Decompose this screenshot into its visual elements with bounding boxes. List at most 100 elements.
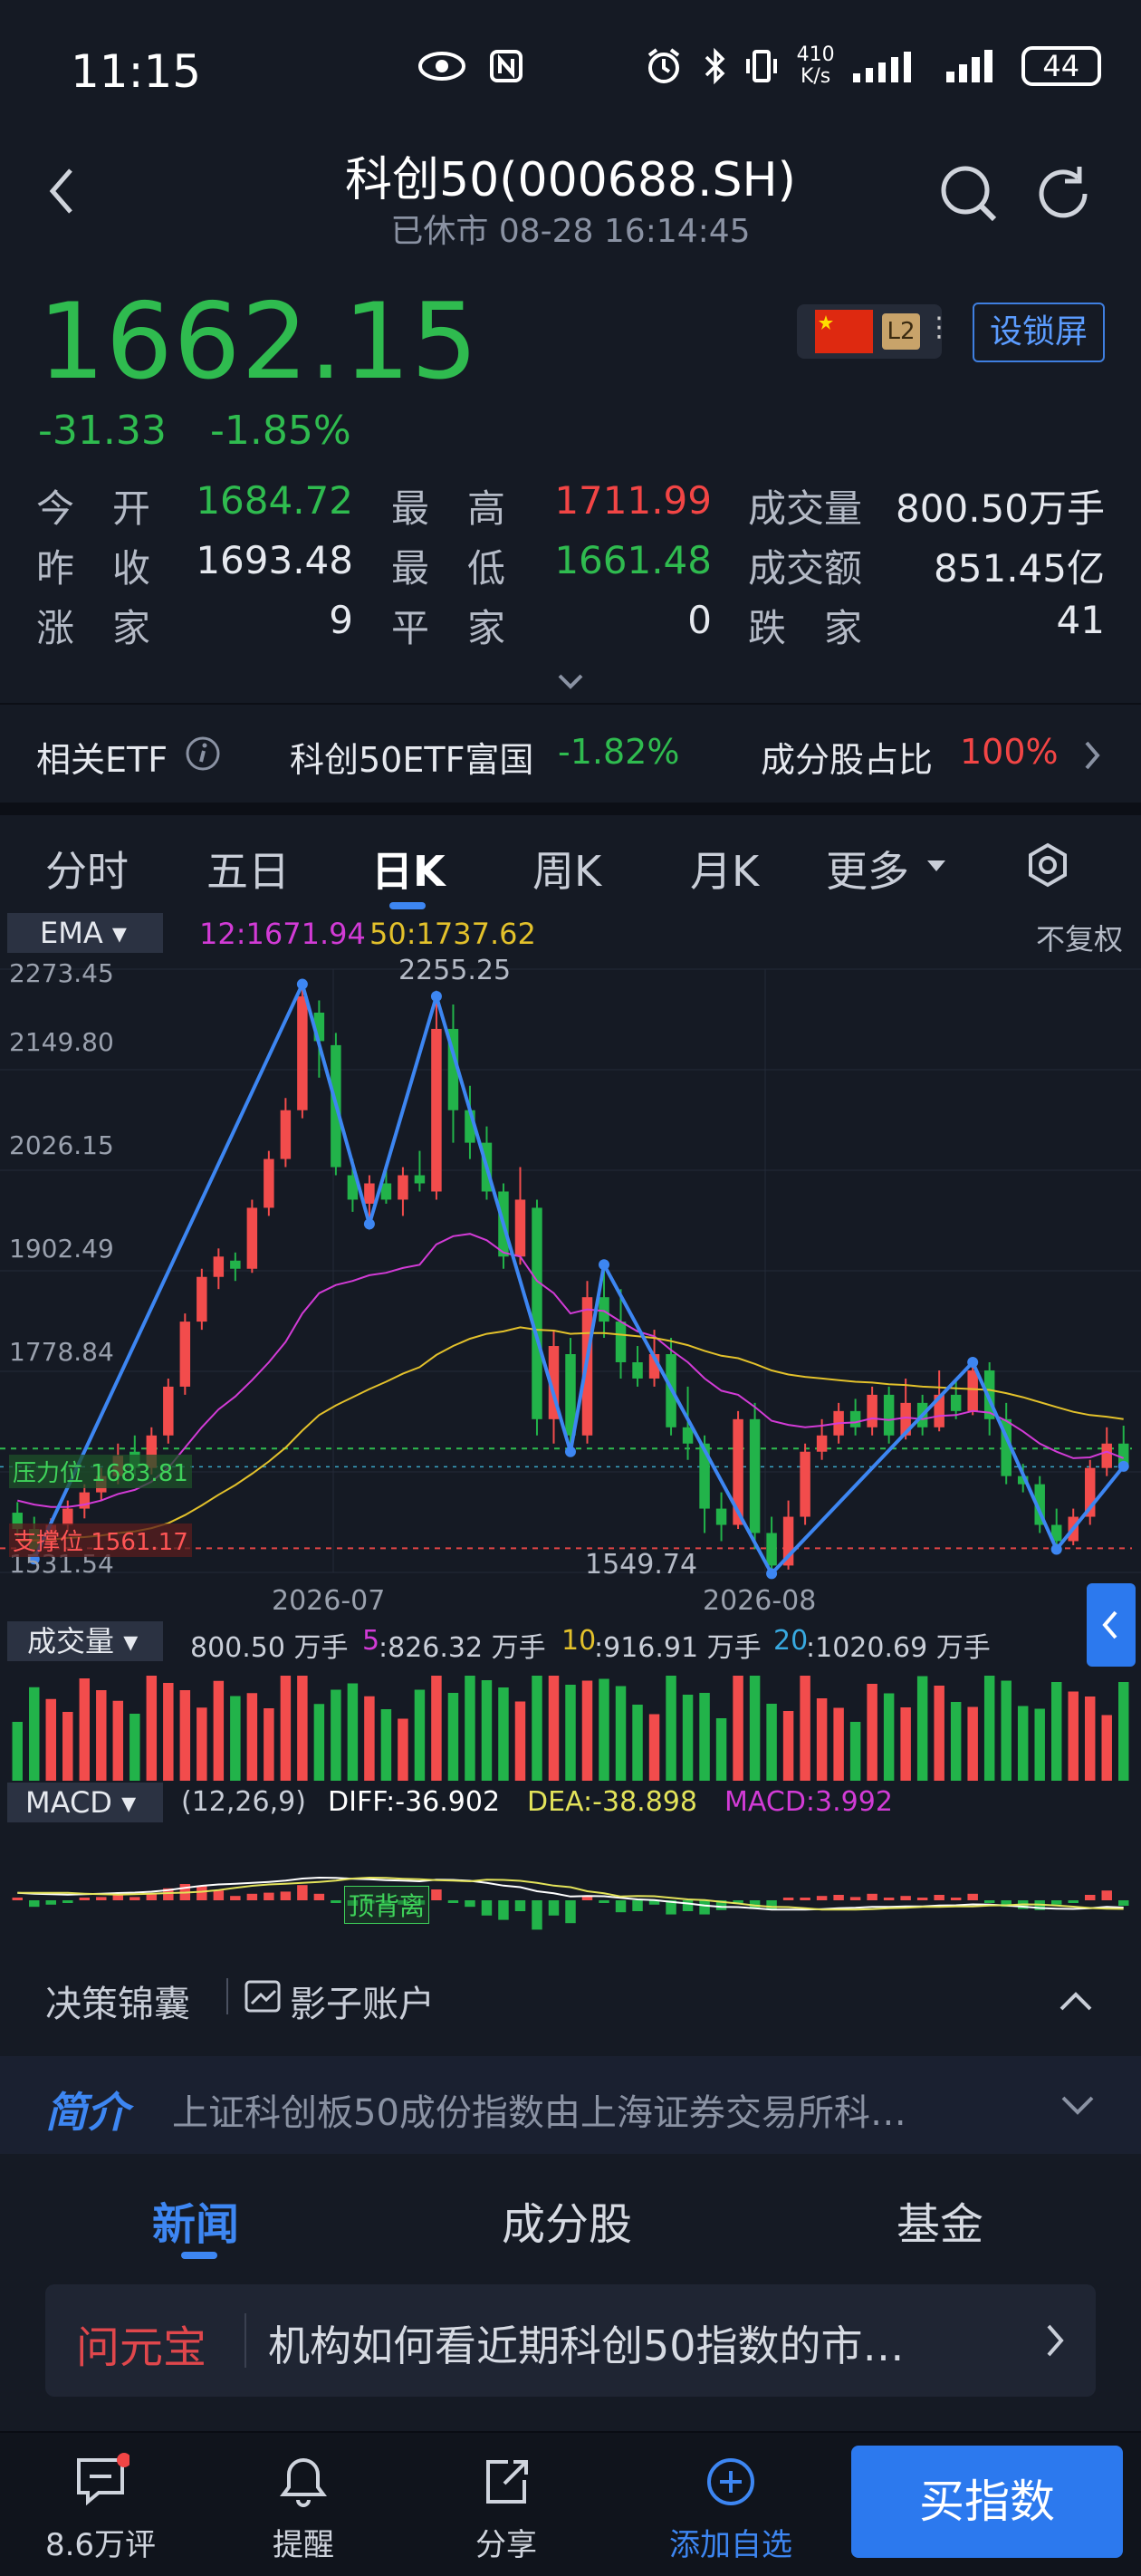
ema-legend: EMA ▾ 12:1671.94 50:1737.62 不复权: [0, 911, 1141, 956]
divergence-label: 顶背离: [344, 1886, 430, 1924]
constituent-ratio-label: 成分股占比: [761, 740, 934, 780]
decision-kit[interactable]: 决策锦囊: [45, 1975, 190, 2027]
volume-ma5-key: 5: [362, 1625, 380, 1657]
tab-funds[interactable]: 基金: [896, 2188, 983, 2252]
stat-value: 1693.48: [196, 538, 353, 582]
volume-bar: [699, 1693, 710, 1781]
stat-value: 1711.99: [554, 478, 712, 523]
caret-down-icon[interactable]: [925, 857, 947, 875]
status-time: 11:15: [71, 45, 202, 98]
volume-bar: [581, 1680, 593, 1781]
buy-index-button[interactable]: 买指数: [851, 2446, 1123, 2558]
candle: [766, 1533, 777, 1566]
stat-label: 成交量: [748, 486, 863, 531]
tab-constituents[interactable]: 成分股: [502, 2188, 632, 2252]
tab-daily-k[interactable]: 日K: [371, 839, 446, 899]
market-flag[interactable]: L2 ⋮: [797, 304, 953, 359]
macd-bar: [782, 1898, 794, 1900]
candle: [398, 1175, 408, 1200]
level2-badge: L2: [882, 313, 920, 350]
volume-bar: [146, 1676, 158, 1781]
volume-bar: [447, 1693, 459, 1781]
macd-bar: [514, 1900, 526, 1911]
volume-bar: [414, 1689, 426, 1781]
share-label: 分享: [475, 2527, 537, 2563]
signal-icon: [853, 52, 912, 82]
candle: [79, 1492, 91, 1509]
volume-selector[interactable]: 成交量 ▾: [7, 1621, 163, 1661]
stat-label: 涨 家: [36, 606, 151, 650]
kline-chart[interactable]: EMA ▾ 12:1671.94 50:1737.62 不复权 2273.45 …: [0, 911, 1141, 1935]
trend-point: [599, 1259, 610, 1271]
related-etf-row[interactable]: 相关ETF 科创50ETF富国 -1.82% 成分股占比 100%: [0, 703, 1141, 803]
stats-row: 涨 家 9 平 家 0 跌 家 41: [36, 598, 1105, 658]
chevron-right-icon[interactable]: [1079, 737, 1107, 774]
macd-bar: [632, 1900, 643, 1911]
macd-bar: [867, 1893, 877, 1900]
chevron-up-icon[interactable]: [1056, 1987, 1096, 2014]
macd-selector[interactable]: MACD ▾: [7, 1783, 163, 1822]
tab-intraday[interactable]: 分时: [45, 839, 129, 899]
trend-point: [565, 1446, 576, 1457]
settings-icon[interactable]: [1025, 842, 1070, 888]
volume-bar: [481, 1680, 493, 1781]
volume-bar: [163, 1683, 174, 1781]
y-tick: 2026.15: [9, 1130, 114, 1160]
y-tick: 1902.49: [9, 1234, 114, 1264]
etf-name[interactable]: 科创50ETF富国: [290, 732, 533, 782]
stat-label: 昨 收: [36, 546, 151, 591]
candle: [1101, 1443, 1112, 1468]
search-icon[interactable]: [933, 158, 1005, 230]
candle: [867, 1394, 877, 1427]
tab-news[interactable]: 新闻: [152, 2188, 239, 2252]
adjust-toggle[interactable]: 不复权: [1036, 917, 1123, 958]
volume-bar: [950, 1702, 962, 1781]
volume-bar: [364, 1696, 375, 1781]
macd-legend: MACD ▾ (12,26,9) DIFF:-36.902 DEA:-38.89…: [0, 1781, 1141, 1824]
divider: [226, 1978, 228, 2014]
volume-bar: [398, 1718, 408, 1781]
info-icon[interactable]: [185, 735, 221, 772]
chevron-down-icon[interactable]: [1058, 2092, 1098, 2119]
tab-five-day[interactable]: 五日: [206, 839, 290, 899]
remind-label: 提醒: [273, 2527, 334, 2563]
candle: [230, 1260, 241, 1269]
volume-bar: [883, 1693, 895, 1781]
ema12-value: 12:1671.94: [199, 917, 366, 951]
volume-bar: [96, 1690, 107, 1781]
stat-label: 跌 家: [748, 606, 863, 650]
intro-label: 简介: [45, 2088, 129, 2137]
active-tab-indicator: [389, 902, 426, 909]
tool-row: 决策锦囊 影子账户: [0, 1956, 1141, 2047]
constituent-ratio: 100%: [960, 732, 1059, 772]
macd-bar: [532, 1900, 542, 1930]
tab-weekly-k[interactable]: 周K: [532, 839, 601, 899]
etf-label: 相关ETF: [36, 740, 168, 780]
ema-selector[interactable]: EMA ▾: [7, 913, 163, 953]
tab-more[interactable]: 更多: [826, 839, 909, 899]
macd-bar: [983, 1900, 995, 1903]
shadow-account[interactable]: 影子账户: [290, 1975, 435, 2027]
stat-value: 851.45亿: [934, 546, 1105, 591]
expand-chevron-icon[interactable]: [552, 670, 589, 692]
candle: [599, 1297, 609, 1322]
ai-brand: 问元宝: [76, 2322, 207, 2373]
volume-ma5: :826.32 万手: [379, 1632, 546, 1664]
resistance-label: 压力位 1683.81: [9, 1455, 192, 1488]
y-tick: 2149.80: [9, 1027, 114, 1057]
volume-bar: [532, 1676, 542, 1781]
ai-news-card[interactable]: 问元宝 机构如何看近期科创50指数的市…: [45, 2284, 1096, 2397]
support-label: 支撑位 1561.17: [9, 1523, 192, 1557]
tab-monthly-k[interactable]: 月K: [690, 839, 759, 899]
candle: [213, 1256, 225, 1277]
macd-bar: [1068, 1900, 1079, 1903]
candle: [615, 1322, 627, 1362]
volume-ma10-key: 10: [561, 1625, 597, 1657]
macd-bar: [45, 1900, 57, 1905]
intro-row[interactable]: 简介 上证科创板50成份指数由上海证券交易所科…: [0, 2056, 1141, 2154]
lock-screen-button[interactable]: 设锁屏: [973, 303, 1105, 362]
trend-point: [967, 1356, 979, 1368]
volume-bar: [12, 1722, 23, 1781]
macd-params: (12,26,9): [181, 1786, 306, 1818]
refresh-icon[interactable]: [1027, 158, 1099, 230]
